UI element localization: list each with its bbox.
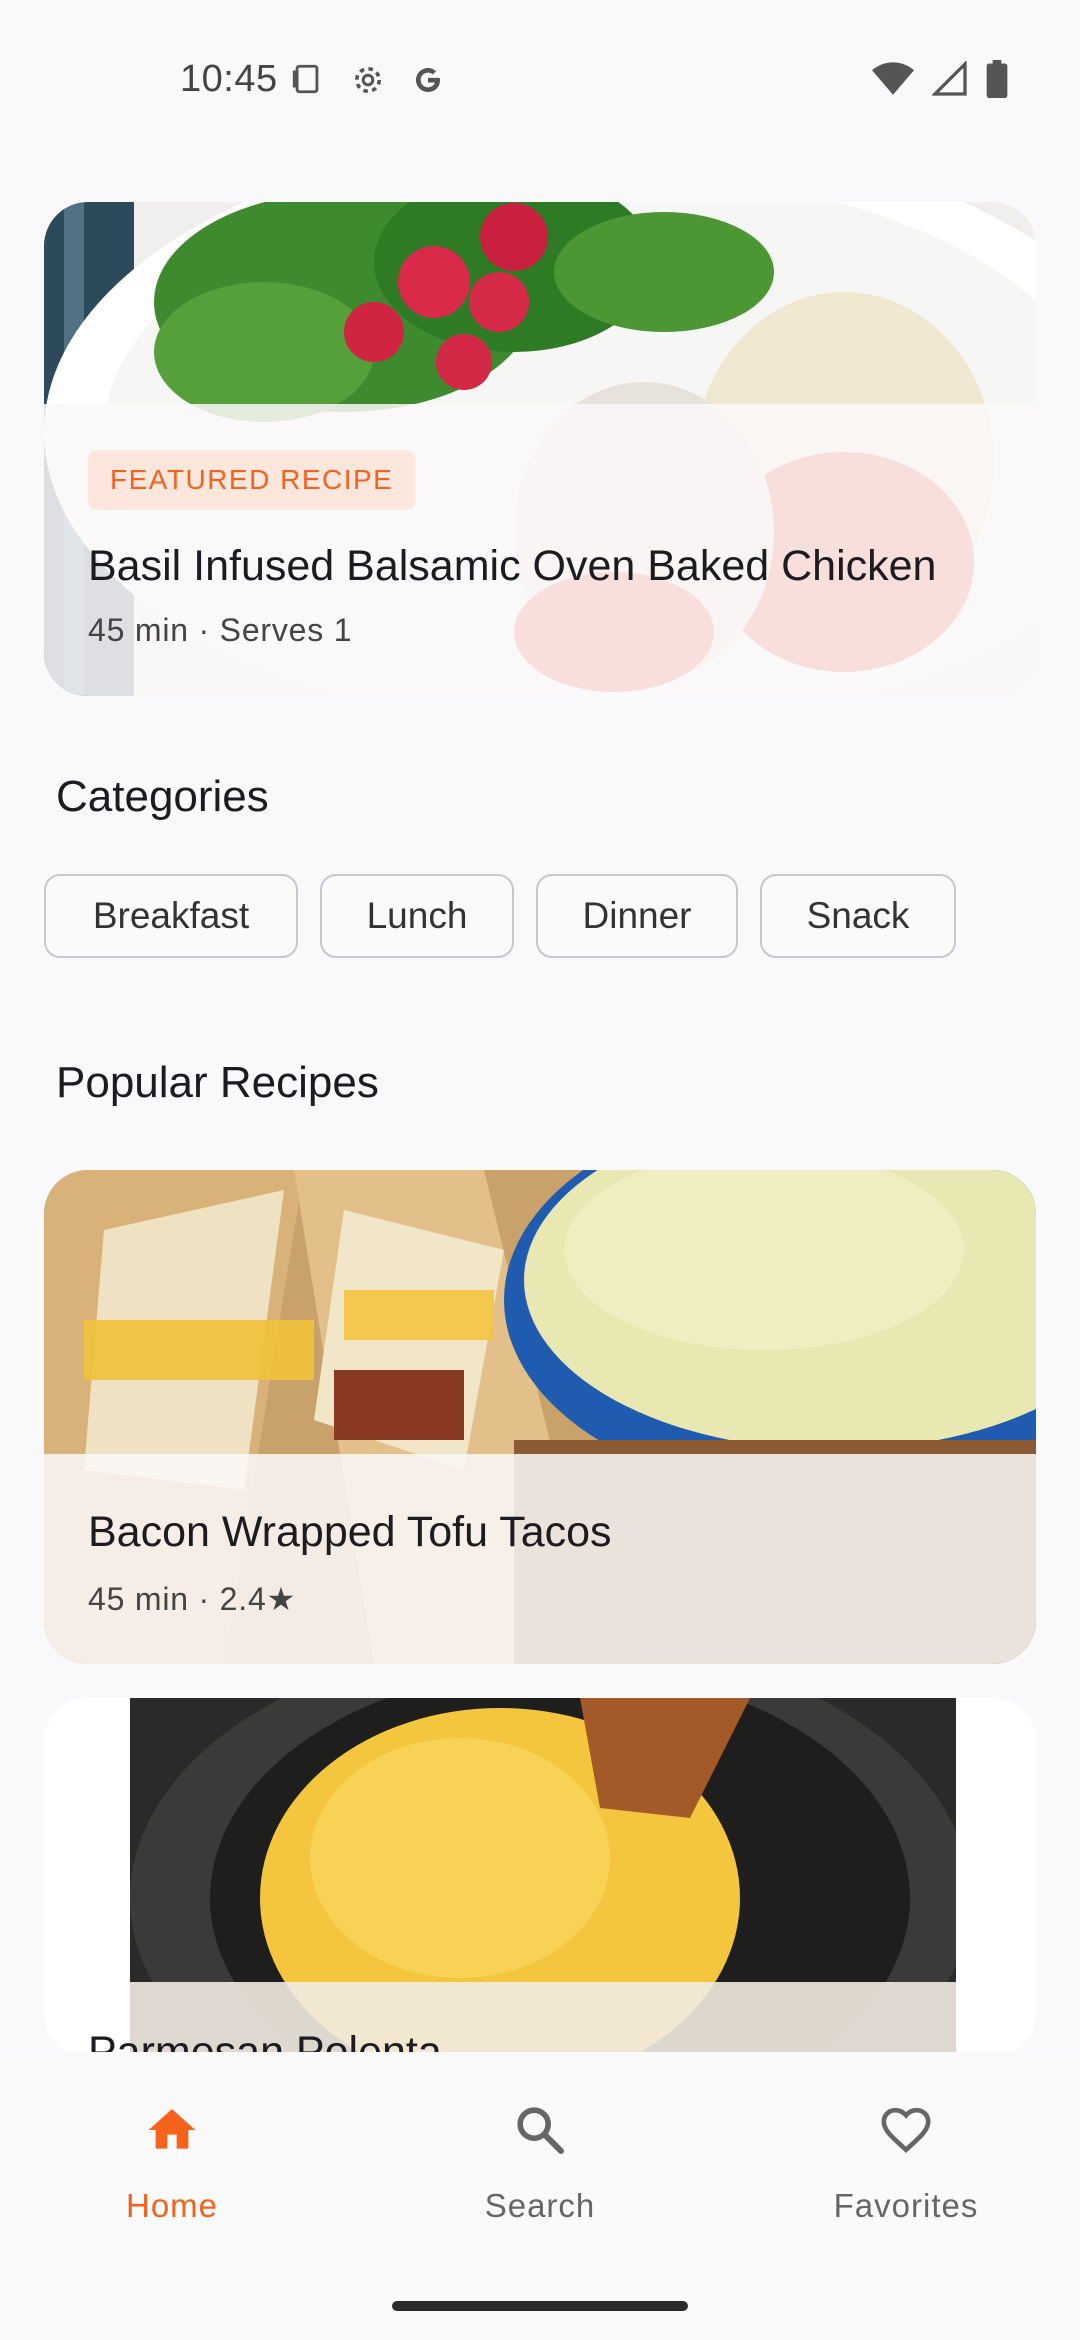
status-right-icons [872,60,1008,103]
google-icon [410,62,446,103]
recipe-card[interactable]: Parmesan Polenta [44,1698,1036,2058]
category-chip-breakfast[interactable]: Breakfast [44,874,298,958]
screenshot-icon [290,62,324,101]
battery-icon [986,60,1008,103]
nav-label-favorites: Favorites [833,2187,979,2224]
featured-recipe-badge: FEATURED RECIPE [88,450,416,510]
home-icon [42,2102,302,2163]
settings-gear-icon [350,62,386,103]
bottom-navigation: Home Search Favorites [0,2052,1080,2340]
categories-heading: Categories [56,772,269,821]
featured-recipe-meta: 45 min · Serves 1 [88,612,353,648]
status-time: 10:45 [180,58,278,100]
home-gesture-bar[interactable] [392,2301,688,2311]
heart-icon [776,2102,1036,2163]
recipe-card[interactable]: Bacon Wrapped Tofu Tacos 45 min · 2.4★ [44,1170,1036,1664]
recipe-meta: 45 min · 2.4★ [88,1581,297,1617]
cellular-icon [931,60,968,102]
status-bar: 10:45 [0,0,1080,130]
nav-item-favorites[interactable]: Favorites [776,2102,1036,2225]
category-chip-snack[interactable]: Snack [760,874,956,958]
recipe-title: Bacon Wrapped Tofu Tacos [88,1508,612,1556]
featured-recipe-title: Basil Infused Balsamic Oven Baked Chicke… [88,542,937,590]
search-icon [410,2102,670,2163]
nav-label-search: Search [484,2187,596,2224]
nav-label-home: Home [125,2187,219,2224]
nav-item-search[interactable]: Search [410,2102,670,2225]
recipe-image [130,1698,956,2058]
featured-recipe-card[interactable]: FEATURED RECIPE Basil Infused Balsamic O… [44,202,1036,696]
recipe-info-panel [44,1454,1036,1664]
category-chip-dinner[interactable]: Dinner [536,874,738,958]
category-chip-lunch[interactable]: Lunch [320,874,514,958]
nav-item-home[interactable]: Home [42,2102,302,2225]
wifi-icon [872,61,914,102]
popular-recipes-heading: Popular Recipes [56,1058,379,1107]
